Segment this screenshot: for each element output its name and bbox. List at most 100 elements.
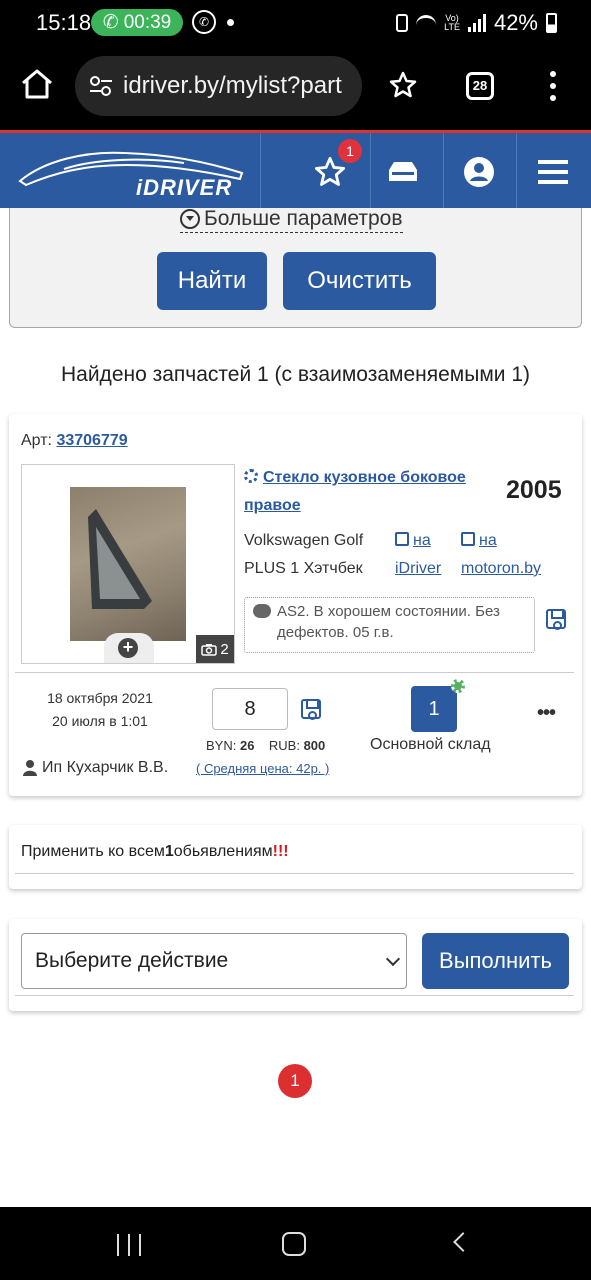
battery-level: 42% [493,10,538,35]
card-divider [15,672,574,673]
more-params-toggle[interactable]: Больше параметров [180,207,403,233]
comment-text: AS2. В хорошем состоянии. Без дефектов. … [277,603,500,641]
motoron-link-top: на [479,532,497,549]
seller-name: Ип Кухарчик В.В. [42,759,169,776]
pagination-page-1[interactable]: 1 [278,1064,312,1098]
date-updated: 20 июля в 1:01 [52,713,148,729]
average-price-link[interactable]: ( Средняя цена: 42р. ) [196,761,329,776]
phone-icon: ✆ [102,12,119,33]
signal-icon [467,14,486,32]
results-count: Найдено запчастей 1 (с взаимозаменяемыми… [60,363,530,386]
execute-button[interactable]: Выполнить [422,933,569,989]
external-link-icon [395,532,409,546]
article-prefix: Арт: [21,432,52,449]
stock-name: Основной склад [370,736,491,753]
apply-divider [15,873,574,874]
url-text: idriver.by/mylist?part [123,72,342,99]
call-indicator[interactable]: ✆ 00:39 [91,9,183,36]
system-nav-bar [0,1207,591,1280]
logo-text: iDRIVER [136,175,233,200]
stock-settings-gear-icon[interactable] [451,679,465,693]
tabs-button[interactable]: 28 [466,72,494,100]
bulk-action-panel: Выберите действие Выполнить [9,919,582,1011]
find-button[interactable]: Найти [157,252,267,310]
apply-text-before: Применить ко всем [21,843,165,860]
apply-all-panel: Применить ко всем1обьявлениям!!! [9,825,582,889]
back-icon[interactable] [453,1232,473,1252]
apply-all-text: Применить ко всем1обьявлениям!!! [21,843,289,861]
rub-label: RUB: [268,738,300,753]
external-link-icon [461,532,475,546]
idriver-link-bottom: iDriver [395,560,442,577]
photo-count-badge[interactable]: 2 [196,635,234,663]
header-separator [260,133,261,211]
glass-image [88,509,152,609]
gear-icon [244,469,258,483]
bookmark-star-icon[interactable] [388,70,418,100]
recents-icon[interactable] [117,1234,141,1256]
home-icon[interactable] [20,68,54,100]
apply-count: 1 [164,843,174,860]
date-created: 18 октября 2021 [47,690,153,706]
quantity-input[interactable]: 8 [212,688,288,730]
prices: BYN: 26 RUB: 800 [206,738,325,753]
comment-field[interactable]: AS2. В хорошем состоянии. Без дефектов. … [244,597,535,653]
more-params-label: Больше параметров [204,207,403,230]
more-actions-icon[interactable]: ••• [537,702,556,725]
part-name-text: Стекло кузовное боковое правое [244,469,466,514]
stock-count-button[interactable]: 1 [411,686,457,732]
volte-icon: Vo) LTE [444,13,460,32]
action-select-value: Выберите действие [35,949,229,972]
action-select[interactable]: Выберите действие [21,933,407,989]
user-icon [23,760,37,776]
motoron-link[interactable]: на motoron.by [461,527,541,583]
apply-exclaim: !!! [272,843,289,860]
call-timer: 00:39 [123,11,172,33]
action-divider [15,995,574,996]
chevron-down-icon [385,951,401,967]
browser-menu-icon[interactable] [550,70,556,102]
site-settings-icon[interactable] [89,75,113,97]
clear-button[interactable]: Очистить [283,252,436,310]
browser-toolbar: idriver.by/mylist?part 28 [0,46,591,130]
car-icon [389,162,417,181]
user-icon [464,157,494,187]
car-model: Volkswagen Golf PLUS 1 Хэтчбек [244,532,364,577]
notification-dot-icon [227,19,234,26]
apply-text-after: обьявлениям [173,843,273,860]
part-photo-image [70,487,186,641]
main-menu-button[interactable] [517,133,589,211]
profile-button[interactable] [443,133,515,211]
wifi-icon [416,15,437,31]
site-header: iDRIVER 1 [0,130,591,211]
save-quantity-icon[interactable] [301,699,321,720]
status-time: 15:18 [36,10,92,35]
comment-icon [253,604,271,618]
viber-icon: ✆ [192,10,216,34]
dates: 18 октября 2021 20 июля в 1:01 [9,687,191,733]
chevron-down-circle-icon [180,209,200,229]
save-comment-icon[interactable] [546,609,566,630]
part-photo[interactable]: + 2 [21,464,235,664]
address-bar[interactable]: idriver.by/mylist?part [75,56,362,116]
part-name-link[interactable]: Стекло кузовное боковое правое [244,464,484,520]
nfc-icon [396,14,409,32]
status-bar: 15:18 ✆ 00:39 ✆ Vo) LTE 42% [0,0,591,46]
seller[interactable]: Ип Кухарчик В.В. [23,759,168,777]
home-nav-icon[interactable] [282,1232,306,1256]
price-byn: 26 [239,738,255,753]
motoron-link-bottom: motoron.by [461,560,542,577]
zoom-plus-icon[interactable]: + [118,638,138,658]
part-year: 2005 [506,476,562,504]
menu-icon [538,160,568,184]
part-card: Арт: 33706779 + 2 Стекло кузовное боково… [9,414,582,796]
garage-button[interactable] [367,133,439,211]
price-rub: 800 [303,738,326,753]
battery-icon [546,13,557,33]
article-row: Арт: 33706779 [21,432,128,450]
idriver-link[interactable]: на iDriver [395,527,441,583]
filter-panel: Больше параметров Найти Очистить [9,207,582,328]
camera-icon [201,643,218,656]
article-link[interactable]: 33706779 [56,432,127,449]
photo-count: 2 [220,640,229,658]
